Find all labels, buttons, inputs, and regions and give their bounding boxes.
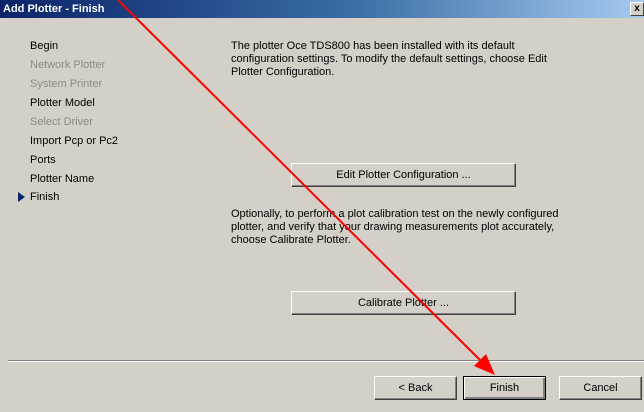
triangle-right-icon xyxy=(18,192,25,202)
close-button[interactable]: x xyxy=(630,2,644,16)
finish-button[interactable]: Finish xyxy=(463,376,546,400)
step-plotter-model: Plotter Model xyxy=(30,97,95,109)
step-system-printer: System Printer xyxy=(30,78,103,90)
footer-separator xyxy=(8,360,644,362)
cancel-button[interactable]: Cancel xyxy=(559,376,642,400)
title-bar: Add Plotter - Finish x xyxy=(0,0,644,18)
step-ports: Ports xyxy=(30,154,56,166)
intro-text: The plotter Oce TDS800 has been installe… xyxy=(231,40,547,78)
step-import-pcp-pc2: Import Pcp or Pc2 xyxy=(30,135,119,147)
close-icon: x xyxy=(634,3,640,14)
add-plotter-dialog: Add Plotter - Finish x Begin Network Plo… xyxy=(0,0,644,412)
edit-plotter-configuration-button[interactable]: Edit Plotter Configuration ... xyxy=(291,163,516,187)
annotation-arrow-head xyxy=(474,354,495,375)
step-select-driver: Select Driver xyxy=(30,116,93,128)
step-begin: Begin xyxy=(30,40,59,52)
window-title: Add Plotter - Finish xyxy=(3,3,105,15)
calibrate-text: Optionally, to perform a plot calibratio… xyxy=(231,208,559,246)
step-finish: Finish xyxy=(30,191,60,203)
step-plotter-name: Plotter Name xyxy=(30,173,95,185)
step-network-plotter: Network Plotter xyxy=(30,59,106,71)
calibrate-plotter-button[interactable]: Calibrate Plotter ... xyxy=(291,291,516,315)
back-button[interactable]: < Back xyxy=(374,376,457,400)
